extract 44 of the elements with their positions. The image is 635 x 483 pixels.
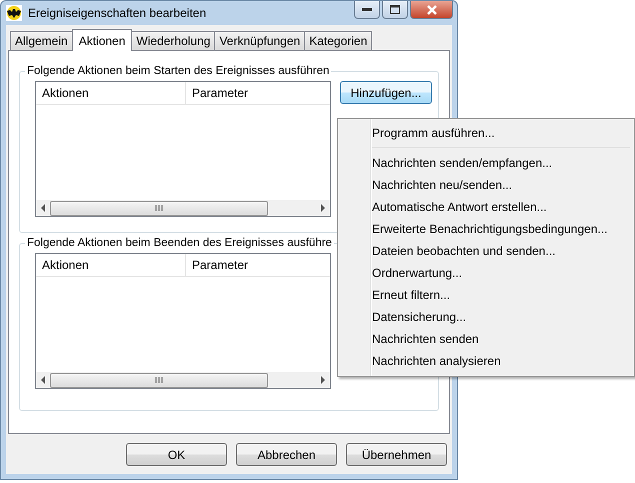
dialog-button[interactable]: Übernehmen <box>346 443 447 466</box>
menu-item[interactable]: Nachrichten senden <box>340 328 632 350</box>
menu-item[interactable]: Datensicherung... <box>340 306 632 328</box>
menu-item[interactable]: Erneut filtern... <box>340 284 632 306</box>
scroll-right-icon[interactable] <box>320 376 326 384</box>
tab[interactable]: Aktionen <box>72 29 132 51</box>
maximize-button[interactable] <box>382 1 408 19</box>
column-header[interactable]: Aktionen <box>36 82 186 104</box>
grip-icon <box>155 377 163 383</box>
dialog-button[interactable]: Abbrechen <box>236 443 337 466</box>
menu-item[interactable]: Ordnerwartung... <box>340 262 632 284</box>
scroll-thumb[interactable] <box>50 200 268 216</box>
window-title: Ereigniseigenschaften bearbeiten <box>28 6 208 20</box>
horizontal-scrollbar[interactable] <box>36 200 330 216</box>
grip-icon <box>155 205 163 211</box>
menu-item[interactable]: Nachrichten analysieren <box>340 350 632 372</box>
tab[interactable]: Allgemein <box>10 31 73 50</box>
add-button[interactable]: Hinzufügen... <box>340 81 432 104</box>
scroll-left-icon[interactable] <box>40 204 46 212</box>
column-header[interactable]: Parameter <box>186 254 330 276</box>
scroll-right-icon[interactable] <box>320 204 326 212</box>
minimize-icon <box>362 8 372 12</box>
column-header[interactable]: Aktionen <box>36 254 186 276</box>
menu-item[interactable]: Nachrichten neu/senden... <box>340 174 632 196</box>
close-button[interactable] <box>410 1 453 19</box>
dialog-button[interactable]: OK <box>126 443 227 466</box>
bat-icon <box>6 5 22 21</box>
scroll-thumb[interactable] <box>50 372 268 388</box>
tab[interactable]: Verknüpfungen <box>214 31 306 50</box>
tab[interactable]: Kategorien <box>304 31 372 50</box>
column-header[interactable]: Parameter <box>186 82 330 104</box>
group-title: Folgende Aktionen beim Beenden des Ereignisses ausführe <box>26 237 333 249</box>
maximize-icon <box>390 5 400 14</box>
menu-item[interactable]: Erweiterte Benachrichtigungsbedingungen... <box>340 218 632 240</box>
scroll-left-icon[interactable] <box>40 376 46 384</box>
tab[interactable]: Wiederholung <box>131 31 216 50</box>
menu-item[interactable]: Programm ausführen... <box>340 122 632 144</box>
menu-item[interactable]: Dateien beobachten und senden... <box>340 240 632 262</box>
horizontal-scrollbar[interactable] <box>36 372 330 388</box>
minimize-button[interactable] <box>354 1 380 19</box>
close-icon <box>426 4 438 14</box>
group-title: Folgende Aktionen beim Starten des Ereignisses ausführen <box>26 65 330 77</box>
menu-item[interactable]: Nachrichten senden/empfangen... <box>340 152 632 174</box>
menu-item[interactable]: Automatische Antwort erstellen... <box>340 196 632 218</box>
